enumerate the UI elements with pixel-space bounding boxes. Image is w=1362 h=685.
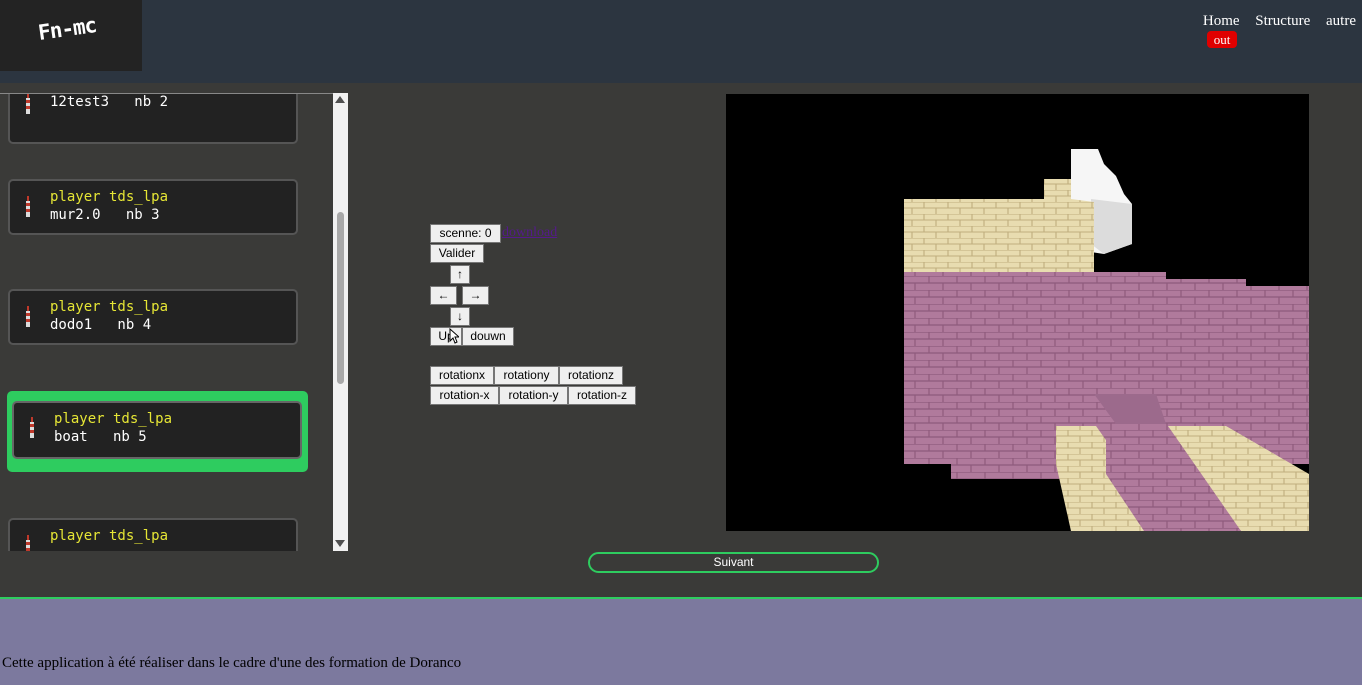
scene-name: boat nb 5 [54,429,147,445]
nav-autre-link[interactable]: autre [1326,13,1356,29]
scroll-up-arrow-icon[interactable] [335,96,345,103]
scene-card-selected[interactable]: player tds_lpa boat nb 5 [7,391,308,472]
main-nav: Home Structure autre [1191,13,1356,30]
scene-player: player tds_lpa [50,299,169,315]
firework-icon [26,196,30,217]
footer: Cette application à été réaliser dans le… [0,597,1362,685]
mouse-cursor-icon [449,328,459,344]
scene-card[interactable]: 12test3 nb 2 [8,94,298,144]
firework-icon [30,417,34,438]
3d-scene-viewport[interactable] [726,94,1309,531]
validate-button[interactable]: Valider [430,244,484,263]
scene-render [904,149,1309,531]
scene-card[interactable]: player tds_lpa dodo1 nb 4 [8,289,298,345]
scene-player: player tds_lpa [50,189,169,205]
firework-icon [26,535,30,551]
move-down-button[interactable]: douwn [462,327,514,346]
move-back-button[interactable]: ↓ [450,307,470,326]
download-link[interactable]: download [502,225,557,241]
scrollbar-thumb[interactable] [337,212,344,384]
firework-icon [26,306,30,327]
scene-name: dodo1 nb 4 [50,317,152,333]
footer-text: Cette application à été réaliser dans le… [2,655,462,671]
nav-structure-link[interactable]: Structure [1255,13,1310,29]
scroll-down-arrow-icon[interactable] [335,540,345,547]
scene-list: 12test3 nb 2 player tds_lpa mur2.0 nb 3 … [0,93,348,551]
scene-card[interactable]: player tds_lpa mur2.0 nb 3 [8,179,298,235]
firework-icon [26,94,30,114]
nav-home-link[interactable]: Home [1203,13,1240,29]
logout-button[interactable]: out [1207,31,1237,48]
header-bar: Fn-mc Home Structure autre [0,0,1362,83]
scene-name: 12test3 nb 2 [50,94,169,110]
rotation-neg-y-button[interactable]: rotation-y [499,386,568,405]
rotation-y-button[interactable]: rotationy [494,366,559,385]
rotation-neg-z-button[interactable]: rotation-z [568,386,636,405]
move-left-button[interactable]: ← [430,286,457,305]
move-right-button[interactable]: → [462,286,489,305]
scene-player: player tds_lpa [50,528,169,544]
rotation-x-button[interactable]: rotationx [430,366,494,385]
move-forward-button[interactable]: ↑ [450,265,470,284]
scene-name: mur2.0 nb 3 [50,207,160,223]
scene-counter-button[interactable]: scenne: 0 [430,224,501,243]
app-logo[interactable]: Fn-mc [0,0,142,71]
scene-card-inner: player tds_lpa boat nb 5 [12,401,302,459]
next-button[interactable]: Suivant [588,552,879,573]
rotation-z-button[interactable]: rotationz [559,366,623,385]
logo-text: Fn-mc [36,13,98,45]
scene-card[interactable]: player tds_lpa [8,518,298,551]
scene-player: player tds_lpa [54,411,173,427]
rotation-neg-x-button[interactable]: rotation-x [430,386,499,405]
